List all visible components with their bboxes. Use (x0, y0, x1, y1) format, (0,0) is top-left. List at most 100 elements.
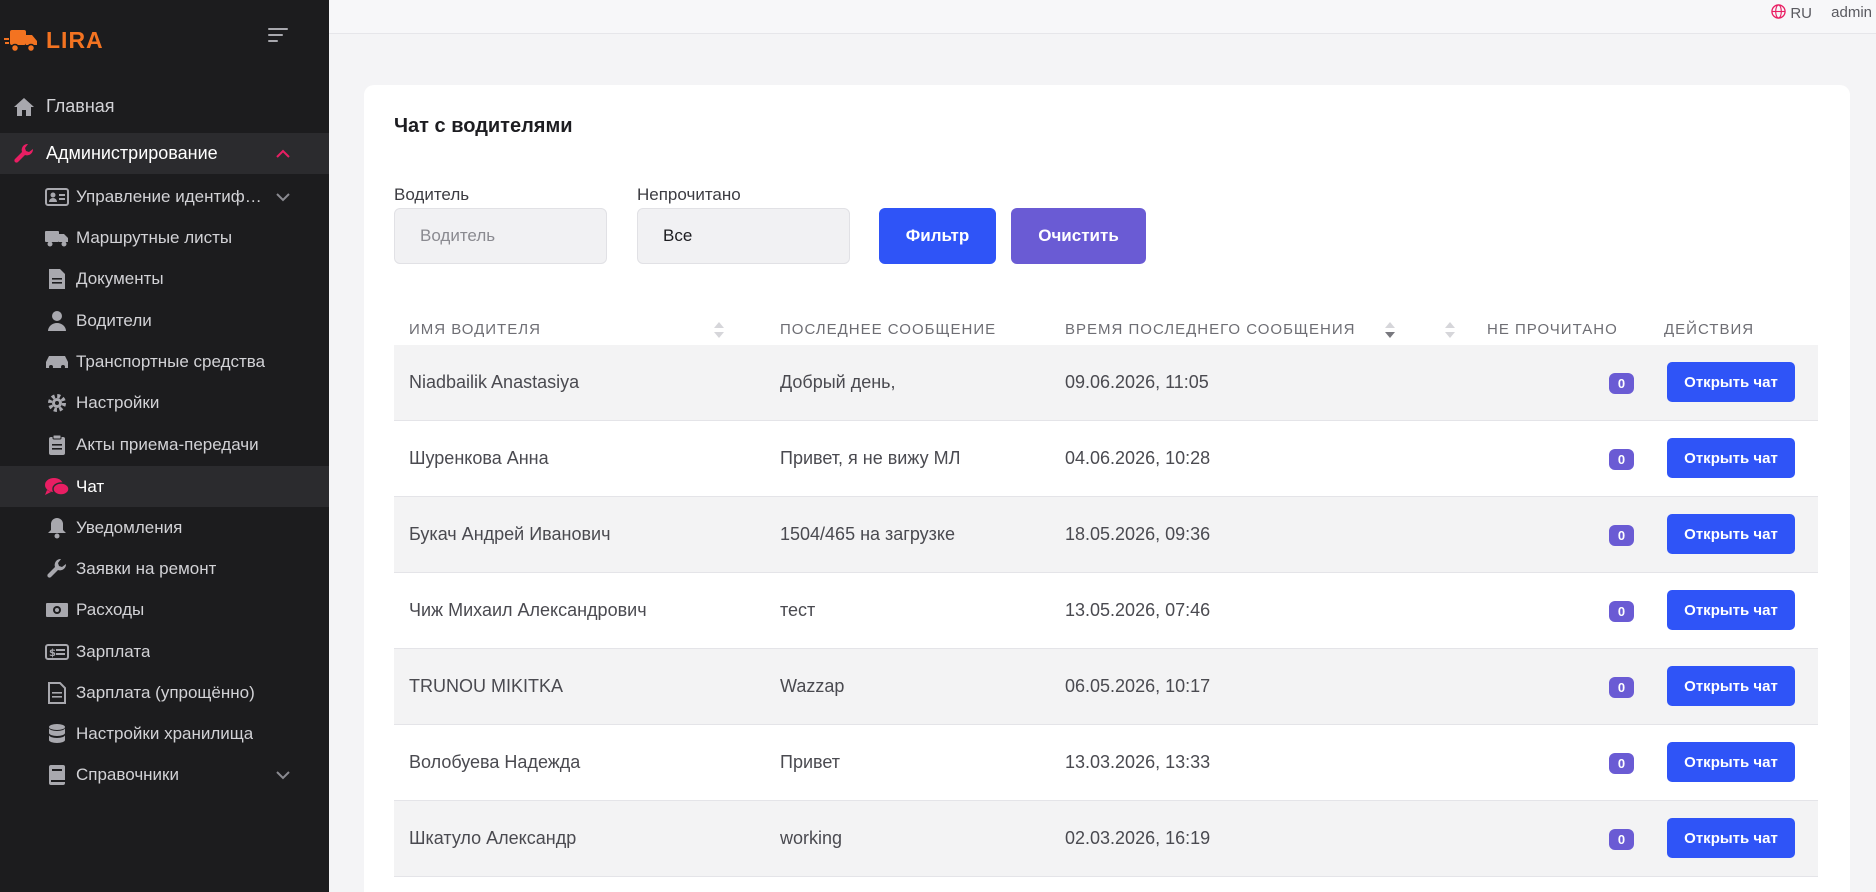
sidebar-item-drivers[interactable]: Водители (0, 300, 329, 341)
salary-icon: $ (44, 640, 70, 664)
truck-icon (44, 226, 70, 250)
globe-icon (1771, 4, 1787, 23)
sidebar-item-home[interactable]: Главная (0, 86, 329, 127)
car-icon (44, 350, 70, 374)
sidebar-item-label: Документы (76, 268, 164, 288)
wrench-icon (12, 142, 36, 166)
driver-name: TRUNOU MIKITKA (409, 676, 564, 696)
unread-filter-select[interactable]: Все (637, 208, 850, 264)
chat-icon (44, 475, 70, 499)
sidebar-item-label: Уведомления (76, 517, 183, 537)
column-header-last-message: ПОСЛЕДНЕЕ СООБЩЕНИЕ (780, 321, 997, 338)
sidebar-item-notifications[interactable]: Уведомления (0, 507, 329, 548)
table-row: Волобуева Надежда Привет 13.03.2026, 13:… (394, 725, 1818, 801)
table-row: Букач Андрей Иванович 1504/465 на загруз… (394, 497, 1818, 573)
page-title: Чат с водителями (394, 115, 573, 137)
sidebar-item-chat[interactable]: Чат (0, 466, 329, 507)
sidebar-item-label: Главная (46, 96, 115, 116)
sort-desc-icon[interactable] (1385, 319, 1395, 341)
sidebar-item-label: Расходы (76, 599, 145, 619)
unread-filter-label: Непрочитано (637, 185, 741, 204)
sidebar-item-acts[interactable]: Акты приема-передачи (0, 424, 329, 465)
sidebar-item-salary-simplified[interactable]: Зарплата (упрощённо) (0, 672, 329, 713)
sort-icon[interactable] (1445, 319, 1455, 341)
chat-card: Чат с водителями Водитель Непрочитано Вс… (364, 85, 1850, 892)
last-message: Wazzap (780, 676, 845, 696)
bell-icon (44, 516, 70, 540)
sidebar-item-documents[interactable]: Документы (0, 258, 329, 299)
sidebar-item-label: Справочники (76, 764, 179, 784)
open-chat-button[interactable]: Открыть чат (1667, 514, 1795, 554)
last-message-time: 04.06.2026, 10:28 (1065, 448, 1211, 468)
home-icon (12, 95, 36, 119)
driver-name: Niadbailik Anastasiya (409, 372, 580, 392)
sidebar-item-identity-management[interactable]: Управление идентиф… (0, 176, 329, 217)
column-header-actions: ДЕЙСТВИЯ (1664, 321, 1755, 338)
topbar: RU admin (329, 0, 1876, 34)
last-message-time: 13.05.2026, 07:46 (1065, 600, 1211, 620)
sidebar-item-settings[interactable]: Настройки (0, 382, 329, 423)
clear-button[interactable]: Очистить (1011, 208, 1146, 264)
money-icon (44, 598, 70, 622)
filter-button[interactable]: Фильтр (879, 208, 996, 264)
unread-badge: 0 (1609, 677, 1634, 698)
last-message-time: 09.06.2026, 11:05 (1065, 372, 1209, 392)
open-chat-button[interactable]: Открыть чат (1667, 666, 1795, 706)
open-chat-button[interactable]: Открыть чат (1667, 362, 1795, 402)
brand-name: LIRA (46, 26, 104, 53)
column-header-unread[interactable]: НЕ ПРОЧИТАНО (1487, 321, 1618, 338)
last-message-time: 18.05.2026, 09:36 (1065, 524, 1211, 544)
last-message: Привет, я не вижу МЛ (780, 448, 961, 468)
last-message-time: 06.05.2026, 10:17 (1065, 676, 1211, 696)
open-chat-button[interactable]: Открыть чат (1667, 742, 1795, 782)
unread-badge: 0 (1609, 753, 1634, 774)
open-chat-button[interactable]: Открыть чат (1667, 590, 1795, 630)
sidebar-toggle-icon[interactable] (268, 28, 288, 44)
last-message: 1504/465 на загрузке (780, 524, 956, 544)
driver-filter-label: Водитель (394, 185, 470, 204)
last-message-time: 02.03.2026, 16:19 (1065, 828, 1211, 848)
sidebar-item-repair-requests[interactable]: Заявки на ремонт (0, 548, 329, 589)
driver-name: Шуренкова Анна (409, 448, 549, 468)
driver-name: Чиж Михаил Александрович (409, 600, 647, 620)
sidebar-item-label: Маршрутные листы (76, 227, 233, 247)
table-row: TRUNOU MIKITKA Wazzap 06.05.2026, 10:17 … (394, 649, 1818, 725)
sidebar-item-label: Настройки (76, 392, 160, 412)
language-label: RU (1790, 5, 1812, 22)
column-header-last-time[interactable]: ВРЕМЯ ПОСЛЕДНЕГО СООБЩЕНИЯ (1065, 321, 1355, 338)
last-message: тест (780, 600, 816, 620)
wrench-icon (44, 557, 70, 581)
sidebar-item-label: Зарплата (упрощённо) (76, 682, 255, 702)
unread-badge: 0 (1609, 829, 1634, 850)
sidebar-item-salary[interactable]: $ Зарплата (0, 631, 329, 672)
sidebar-item-expenses[interactable]: Расходы (0, 589, 329, 630)
sidebar-item-storage-settings[interactable]: Настройки хранилища (0, 713, 329, 754)
user-menu[interactable]: admin (1831, 4, 1872, 21)
last-message-time: 13.03.2026, 13:33 (1065, 752, 1211, 772)
brand[interactable]: LIRA (4, 22, 104, 58)
sidebar-item-label: Администрирование (46, 143, 218, 163)
sidebar-item-directories[interactable]: Справочники (0, 754, 329, 795)
driver-filter-input[interactable] (394, 208, 607, 264)
unread-filter-value: Все (663, 226, 693, 245)
sidebar-item-administration[interactable]: Администрирование (0, 133, 329, 174)
open-chat-button[interactable]: Открыть чат (1667, 438, 1795, 478)
truck-logo-icon (4, 27, 38, 53)
sidebar-item-label: Водители (76, 310, 152, 330)
column-header-driver[interactable]: ИМЯ ВОДИТЕЛЯ (409, 321, 541, 338)
language-switcher[interactable]: RU (1771, 4, 1812, 23)
last-message: working (780, 828, 843, 848)
gear-icon (44, 391, 70, 415)
sidebar-item-waybills[interactable]: Маршрутные листы (0, 217, 329, 258)
open-chat-button[interactable]: Открыть чат (1667, 818, 1795, 858)
sidebar-item-label: Транспортные средства (76, 351, 266, 371)
chevron-up-icon (275, 146, 291, 162)
sidebar-item-vehicles[interactable]: Транспортные средства (0, 341, 329, 382)
table-row: Шуренкова Анна Привет, я не вижу МЛ 04.0… (394, 421, 1818, 497)
driver-name: Шкатуло Александр (409, 828, 577, 848)
database-icon (44, 722, 70, 746)
sidebar-item-label: Зарплата (76, 641, 151, 661)
sidebar-item-label: Заявки на ремонт (76, 558, 217, 578)
chevron-down-icon (275, 189, 291, 205)
sort-icon[interactable] (714, 319, 724, 341)
